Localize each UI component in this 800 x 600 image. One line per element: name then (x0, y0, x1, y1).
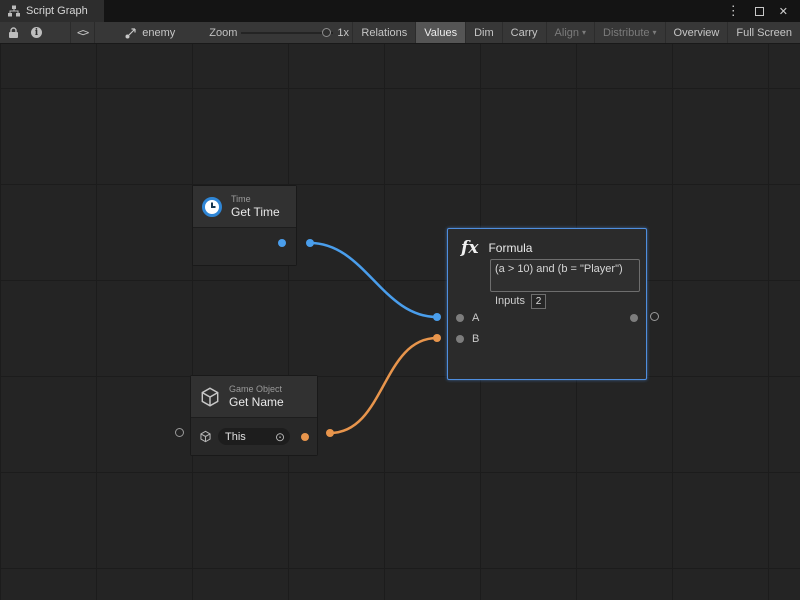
port-ring-get-name-input[interactable] (175, 428, 184, 437)
zoom-slider[interactable] (241, 22, 333, 44)
window-controls: ⋮ ✕ (727, 3, 800, 19)
port-time-output[interactable] (278, 239, 286, 247)
node-category: Time (231, 194, 280, 205)
graph-toolbar: i <> enemy Zoom 1x Relations Values Dim … (0, 22, 800, 44)
chevron-down-icon: ▾ (582, 28, 586, 37)
formula-expression-input[interactable]: (a > 10) and (b = "Player") (490, 259, 640, 292)
zoom-value: 1x (337, 27, 349, 39)
formula-fx-icon: fx (461, 238, 478, 258)
node-get-time-header[interactable]: Time Get Time (193, 186, 296, 228)
code-view-icon[interactable]: <> (71, 22, 94, 43)
clock-icon (201, 196, 223, 218)
title-bar: Script Graph ⋮ ✕ (0, 0, 800, 22)
node-get-time-body (193, 228, 296, 265)
wire-endpoint (433, 334, 441, 342)
node-category: Game Object (229, 384, 284, 395)
inputs-count-field[interactable]: 2 (531, 294, 546, 309)
cube-icon (199, 386, 221, 408)
node-get-time-titles: Time Get Time (231, 194, 280, 219)
node-get-name[interactable]: Game Object Get Name This ⊙ (190, 375, 318, 456)
menu-kebab-icon[interactable]: ⋮ (727, 3, 740, 19)
port-b-label: B (472, 333, 479, 345)
node-title: Formula (488, 241, 532, 255)
node-title: Get Time (231, 205, 280, 219)
script-graph-icon (8, 5, 20, 17)
relations-button[interactable]: Relations (352, 22, 415, 43)
port-result-output[interactable] (630, 314, 638, 322)
maximize-icon[interactable] (755, 7, 764, 16)
port-a-label: A (472, 312, 479, 324)
info-icon[interactable]: i (25, 22, 48, 43)
wire-time-to-formula (310, 243, 437, 317)
node-title: Get Name (229, 395, 284, 409)
zoom-slider-knob[interactable] (322, 28, 331, 37)
node-get-name-titles: Game Object Get Name (229, 384, 284, 409)
window-title: Script Graph (26, 5, 88, 17)
port-b-input[interactable] (456, 335, 464, 343)
chevron-down-icon: ▾ (653, 28, 657, 37)
wire-name-to-formula (330, 338, 437, 433)
full-screen-button[interactable]: Full Screen (727, 22, 800, 43)
formula-port-row-b: B (456, 331, 638, 347)
distribute-button[interactable]: Distribute ▾ (594, 22, 664, 43)
toolbar-divider (94, 22, 95, 43)
align-button[interactable]: Align ▾ (546, 22, 594, 43)
target-icon[interactable]: ⊙ (275, 431, 285, 443)
close-icon[interactable]: ✕ (779, 5, 788, 18)
wire-endpoint (326, 429, 334, 437)
wire-endpoint (433, 313, 441, 321)
port-name-output[interactable] (301, 433, 309, 441)
graph-canvas[interactable]: Time Get Time fx Formula (a > 10) and (b… (0, 44, 800, 600)
dim-button[interactable]: Dim (465, 22, 502, 43)
node-formula[interactable]: fx Formula (a > 10) and (b = "Player") I… (447, 228, 647, 380)
wire-layer (0, 44, 800, 600)
port-a-input[interactable] (456, 314, 464, 322)
zoom-label: Zoom (209, 27, 237, 39)
overview-button[interactable]: Overview (665, 22, 728, 43)
wire-endpoint (306, 239, 314, 247)
toolbar-buttons: Relations Values Dim Carry Align ▾ Distr… (352, 22, 800, 43)
formula-port-row-a: A (456, 310, 638, 326)
graph-asset-icon (125, 27, 137, 39)
graph-breadcrumb[interactable]: enemy (125, 27, 175, 39)
target-dropdown[interactable]: This ⊙ (218, 428, 290, 445)
graph-name: enemy (142, 27, 175, 39)
node-get-name-body: This ⊙ (191, 418, 317, 455)
formula-inputs-row: Inputs 2 (495, 293, 546, 309)
values-button[interactable]: Values (415, 22, 465, 43)
cube-icon-small (199, 430, 212, 443)
lock-icon[interactable] (0, 22, 25, 43)
node-get-name-header[interactable]: Game Object Get Name (191, 376, 317, 418)
carry-button[interactable]: Carry (502, 22, 546, 43)
zoom-slider-track (241, 32, 333, 34)
script-graph-tab[interactable]: Script Graph (0, 0, 104, 22)
target-value: This (225, 431, 246, 443)
port-ring-formula-output[interactable] (650, 312, 659, 321)
node-formula-header[interactable]: fx Formula (461, 235, 532, 261)
node-get-time[interactable]: Time Get Time (192, 185, 297, 266)
inputs-label: Inputs (495, 295, 525, 307)
